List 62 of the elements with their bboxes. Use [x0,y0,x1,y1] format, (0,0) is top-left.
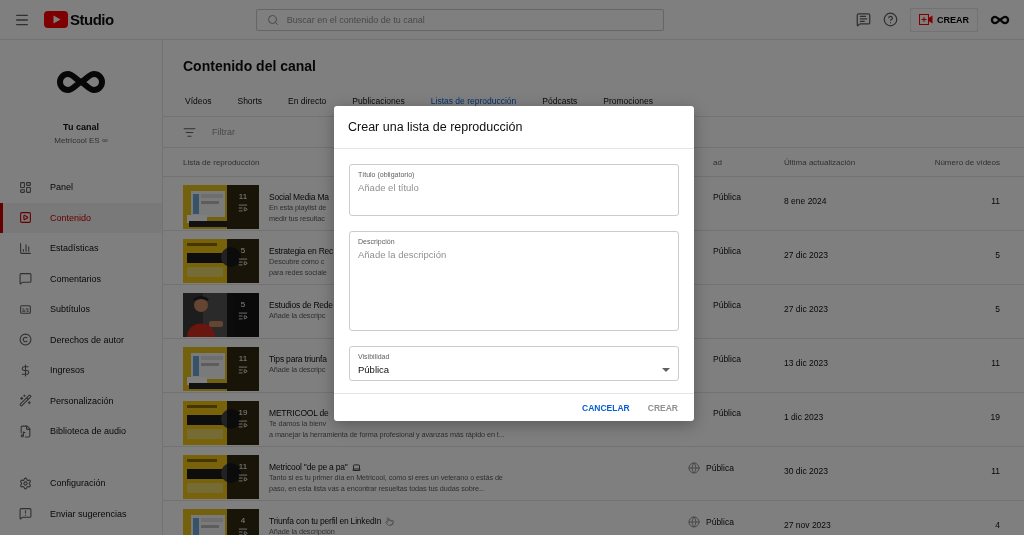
visibility-text: Pública [713,354,741,364]
video-count-cell-text: 19 [990,411,1000,422]
date-cell-text: 8 ene 2024 [784,195,827,206]
playlist-title[interactable]: Triunfa con tu perfil en LinkedIn [269,516,382,526]
visibility-text: Pública [706,463,734,473]
channel-name: Metricool ES ∞ [54,136,108,145]
thumbnail-count: 11 [238,354,248,363]
nav-item[interactable]: Subtítulos [0,294,162,325]
visibility-text: Pública [713,192,741,202]
visibility-text: Pública [713,408,741,418]
date-cell-text: 27 dic 2023 [784,303,828,314]
date-cell-text: 1 dic 2023 [784,411,824,422]
nav-item[interactable]: Panel [0,172,162,203]
tab[interactable]: Vídeos [185,88,212,116]
video-count-cell-text: 4 [995,519,1000,530]
thumbnail-count: 11 [238,192,248,201]
visibility-text: Pública [706,517,734,527]
select-value: Pública [358,364,390,375]
page-title: Contenido del canal [182,57,317,76]
column-header: ad [712,157,722,167]
nav-item[interactable]: Configuración [0,468,162,499]
playlist-title[interactable]: Social Media Ma [269,192,329,202]
dialog-title: Crear una lista de reproducción [334,106,694,149]
video-count-cell-text: 11 [991,357,1000,368]
date-cell-text: 27 dic 2023 [784,249,828,260]
visibility-text: Pública [713,300,741,310]
thumbnail-count: 11 [238,462,248,471]
create-button[interactable]: CREAR [910,7,978,32]
video-count-cell-text: 11 [991,465,1000,476]
playlist-title[interactable]: Estrategia en Rec [269,246,334,256]
logo-text: Studio [70,11,114,28]
playlist-title[interactable]: METRICOOL de [269,408,329,418]
nav-item[interactable]: Personalización [0,385,162,416]
video-count-cell-text: 11 [991,195,1000,206]
column-header: Lista de reproducción [183,157,260,167]
nav-item[interactable]: Comentarios [0,263,162,294]
column-header: Última actualización [784,157,856,167]
nav-item[interactable]: Biblioteca de audio [0,416,162,447]
nav-item[interactable]: Ingresos [0,355,162,386]
nav-item[interactable]: Estadísticas [0,233,162,264]
tab[interactable]: Shorts [237,88,263,116]
nav-item[interactable]: Derechos de autor [0,324,162,355]
date-cell-text: 30 dic 2023 [784,465,828,476]
thumbnail-count: 19 [238,408,248,417]
nav-item[interactable]: Enviar sugerencias [0,498,162,529]
playlist-title[interactable]: Estudios de Rede [269,300,333,310]
visibility-text: Pública [713,246,741,256]
tab[interactable]: En directo [288,88,327,116]
thumbnail-count: 5 [240,300,246,309]
nav-item[interactable]: Contenido [0,202,162,233]
playlist-title[interactable]: Metricool "de pe a pa" [269,462,348,472]
playlist-thumbnail[interactable]: 5 [183,293,259,337]
video-count-cell-text: 5 [995,249,1000,260]
playlist-title[interactable]: Tips para triunfa [269,354,327,364]
thumbnail-count: 4 [240,516,246,525]
date-cell-text: 27 nov 2023 [784,519,831,530]
channel-title: Tu canal [63,122,99,132]
date-cell-text: 13 dic 2023 [784,357,828,368]
video-count-cell-text: 5 [995,303,1000,314]
thumbnail-count: 5 [240,246,246,255]
cancel-button[interactable]: CANCELAR [576,398,636,417]
column-header: Número de vídeos [934,157,1000,167]
